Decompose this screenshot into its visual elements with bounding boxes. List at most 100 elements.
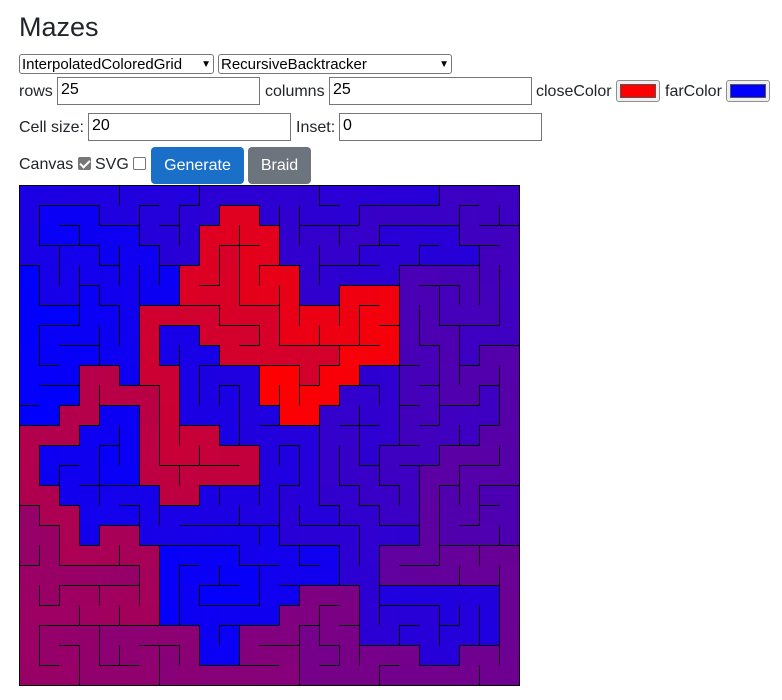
maze-cell <box>479 325 500 346</box>
maze-cell <box>19 325 40 346</box>
maze-cell <box>339 505 360 526</box>
maze-cell <box>119 425 140 446</box>
maze-cell <box>379 245 400 266</box>
maze-cell <box>199 185 220 206</box>
maze-cell <box>279 425 300 446</box>
maze-cell <box>179 205 200 226</box>
maze-cell <box>219 405 240 426</box>
maze-cell <box>419 505 440 526</box>
maze-cell <box>419 285 440 306</box>
maze-cell <box>459 285 480 306</box>
maze-cell <box>159 525 180 546</box>
maze-cell <box>179 505 200 526</box>
maze-cell <box>499 665 520 686</box>
maze-cell <box>39 345 60 366</box>
maze-cell <box>339 645 360 666</box>
maze-cell <box>319 485 340 506</box>
cell-size-input[interactable]: 20 <box>88 113 291 141</box>
maze-cell <box>359 405 380 426</box>
maze-cell <box>439 185 460 206</box>
maze-cell <box>299 525 320 546</box>
maze-cell <box>159 365 180 386</box>
grid-type-select[interactable]: InterpolatedColoredGrid ▼ <box>19 54 214 74</box>
maze-cell <box>259 645 280 666</box>
maze-cell <box>459 665 480 686</box>
maze-cell <box>159 405 180 426</box>
maze-cell <box>439 665 460 686</box>
maze-cell <box>439 285 460 306</box>
maze-cell <box>319 305 340 326</box>
maze-cell <box>319 405 340 426</box>
maze-cell <box>59 365 80 386</box>
maze-cell <box>499 485 520 506</box>
svg-checkbox[interactable] <box>133 157 146 170</box>
inset-input[interactable]: 0 <box>339 113 542 141</box>
maze-cell <box>59 265 80 286</box>
generate-button[interactable]: Generate <box>151 147 244 184</box>
maze-cell <box>119 245 140 266</box>
maze-cell <box>179 445 200 466</box>
maze-cell <box>79 305 100 326</box>
maze-cell <box>319 465 340 486</box>
maze-cell <box>479 265 500 286</box>
maze-cell <box>179 485 200 506</box>
maze-cell <box>79 585 100 606</box>
braid-button[interactable]: Braid <box>248 147 311 184</box>
maze-cell <box>99 245 120 266</box>
far-color-picker[interactable] <box>726 80 770 102</box>
maze-cell <box>239 205 260 226</box>
canvas-checkbox[interactable] <box>78 157 91 170</box>
maze-cell <box>59 485 80 506</box>
maze-cell <box>259 625 280 646</box>
maze-cell <box>99 465 120 486</box>
maze-cell <box>319 545 340 566</box>
maze-cell <box>99 205 120 226</box>
maze-cell <box>319 205 340 226</box>
maze-cell <box>399 405 420 426</box>
maze-canvas <box>19 185 520 686</box>
maze-cell <box>379 305 400 326</box>
maze-cell <box>359 665 380 686</box>
maze-cell <box>159 565 180 586</box>
maze-cell <box>139 205 160 226</box>
maze-cell <box>239 645 260 666</box>
maze-cell <box>239 605 260 626</box>
maze-cell <box>99 505 120 526</box>
maze-cell <box>419 205 440 226</box>
maze-cell <box>379 465 400 486</box>
maze-cell <box>339 325 360 346</box>
maze-cell <box>179 465 200 486</box>
maze-cell <box>39 645 60 666</box>
maze-cell <box>59 665 80 686</box>
maze-cell <box>259 185 280 206</box>
maze-cell <box>39 565 60 586</box>
close-color-picker[interactable] <box>616 80 660 102</box>
maze-cell <box>279 405 300 426</box>
maze-cell <box>199 445 220 466</box>
maze-cell <box>459 485 480 506</box>
maze-cell <box>339 445 360 466</box>
maze-cell <box>479 225 500 246</box>
maze-cell <box>19 625 40 646</box>
maze-cell <box>59 525 80 546</box>
maze-cell <box>439 625 460 646</box>
maze-cell <box>419 605 440 626</box>
maze-cell <box>439 505 460 526</box>
maze-cell <box>419 325 440 346</box>
maze-cell <box>199 385 220 406</box>
maze-cell <box>379 605 400 626</box>
columns-input[interactable]: 25 <box>329 77 532 105</box>
maze-cell <box>19 525 40 546</box>
maze-cell <box>259 245 280 266</box>
maze-cell <box>79 525 100 546</box>
algorithm-select[interactable]: RecursiveBacktracker ▼ <box>218 54 452 74</box>
maze-cell <box>399 225 420 246</box>
rows-input[interactable]: 25 <box>57 77 260 105</box>
maze-cell <box>79 225 100 246</box>
maze-cell <box>139 445 160 466</box>
maze-cell <box>479 305 500 326</box>
maze-cell <box>479 605 500 626</box>
inset-label: Inset: <box>296 119 336 136</box>
maze-cell <box>339 605 360 626</box>
maze-cell <box>39 325 60 346</box>
